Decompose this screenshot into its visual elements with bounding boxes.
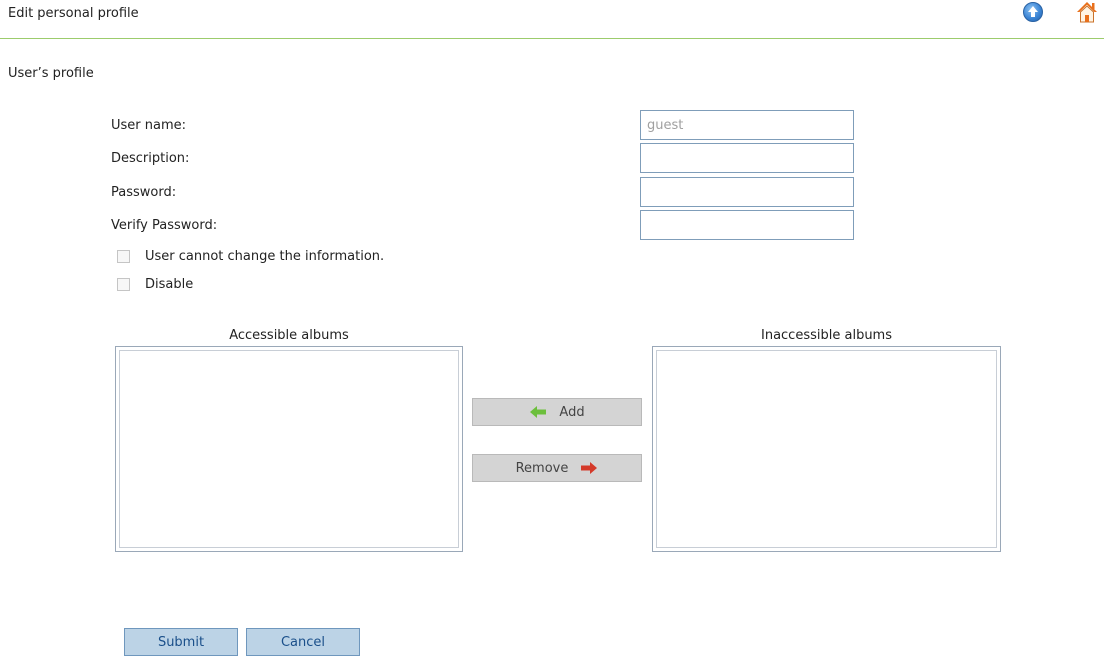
inaccessible-albums-title: Inaccessible albums: [761, 328, 892, 343]
up-arrow-icon[interactable]: [1023, 2, 1043, 22]
username-label: User name:: [111, 118, 187, 133]
inaccessible-albums-list[interactable]: [652, 346, 1001, 552]
accessible-albums-list[interactable]: [115, 346, 463, 552]
add-button[interactable]: Add: [472, 398, 642, 426]
username-field[interactable]: [640, 110, 854, 140]
cancel-button[interactable]: Cancel: [246, 628, 360, 656]
disable-label: Disable: [145, 277, 194, 292]
red-arrow-right-icon: [581, 462, 598, 474]
section-title: User’s profile: [8, 66, 94, 81]
add-button-label: Add: [559, 404, 585, 420]
disable-checkbox[interactable]: [117, 278, 130, 291]
header-divider: [0, 38, 1104, 39]
cannot-change-label: User cannot change the information.: [145, 249, 385, 264]
verify-password-field[interactable]: [640, 210, 854, 240]
cannot-change-checkbox[interactable]: [117, 250, 130, 263]
submit-button[interactable]: Submit: [124, 628, 238, 656]
page-title: Edit personal profile: [8, 6, 139, 21]
description-label: Description:: [111, 151, 190, 166]
accessible-albums-title: Accessible albums: [229, 328, 349, 343]
remove-button-label: Remove: [515, 460, 569, 476]
remove-button[interactable]: Remove: [472, 454, 642, 482]
description-field[interactable]: [640, 143, 854, 173]
password-field[interactable]: [640, 177, 854, 207]
verify-password-label: Verify Password:: [111, 218, 218, 233]
password-label: Password:: [111, 185, 177, 200]
green-arrow-left-icon: [530, 406, 547, 418]
home-icon[interactable]: [1075, 0, 1099, 24]
